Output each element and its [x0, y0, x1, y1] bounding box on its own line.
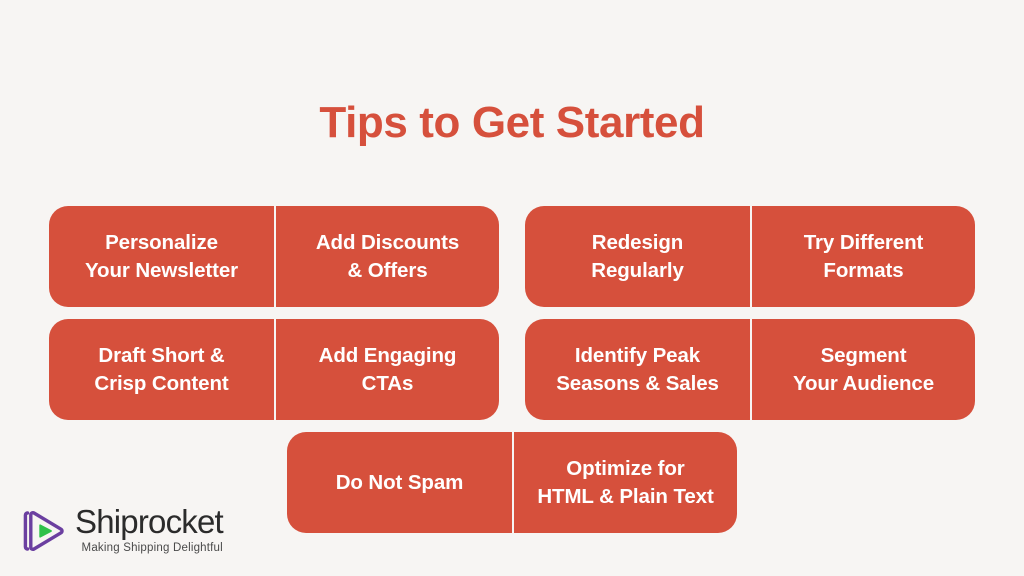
- card-group: Do Not Spam Optimize for HTML & Plain Te…: [287, 432, 737, 533]
- tip-card[interactable]: Personalize Your Newsletter: [49, 206, 274, 307]
- shiprocket-play-mark-icon: [18, 506, 68, 556]
- logo-text-block: Shiprocket Making Shipping Delightful: [75, 502, 224, 558]
- tips-row-1: Personalize Your Newsletter Add Discount…: [0, 206, 1024, 307]
- card-group: Personalize Your Newsletter Add Discount…: [49, 206, 499, 307]
- logo-tagline: Making Shipping Delightful: [81, 541, 223, 554]
- slide-canvas: Tips to Get Started Personalize Your New…: [0, 0, 1024, 576]
- tip-card[interactable]: Add Engaging CTAs: [274, 319, 499, 420]
- tip-card[interactable]: Add Discounts & Offers: [274, 206, 499, 307]
- tips-card-grid: Personalize Your Newsletter Add Discount…: [0, 206, 1024, 536]
- tip-card[interactable]: Redesign Regularly: [525, 206, 750, 307]
- card-group: Draft Short & Crisp Content Add Engaging…: [49, 319, 499, 420]
- card-group: Redesign Regularly Try Different Formats: [525, 206, 975, 307]
- tip-card[interactable]: Draft Short & Crisp Content: [49, 319, 274, 420]
- page-title: Tips to Get Started: [319, 98, 705, 147]
- tip-card[interactable]: Identify Peak Seasons & Sales: [525, 319, 750, 420]
- tip-card[interactable]: Optimize for HTML & Plain Text: [512, 432, 737, 533]
- tip-card[interactable]: Try Different Formats: [750, 206, 975, 307]
- tip-card[interactable]: Do Not Spam: [287, 432, 512, 533]
- shiprocket-logo: Shiprocket Making Shipping Delightful: [18, 502, 224, 560]
- logo-wordmark: Shiprocket: [75, 502, 224, 540]
- tip-card[interactable]: Segment Your Audience: [750, 319, 975, 420]
- tips-row-2: Draft Short & Crisp Content Add Engaging…: [0, 319, 1024, 420]
- card-group: Identify Peak Seasons & Sales Segment Yo…: [525, 319, 975, 420]
